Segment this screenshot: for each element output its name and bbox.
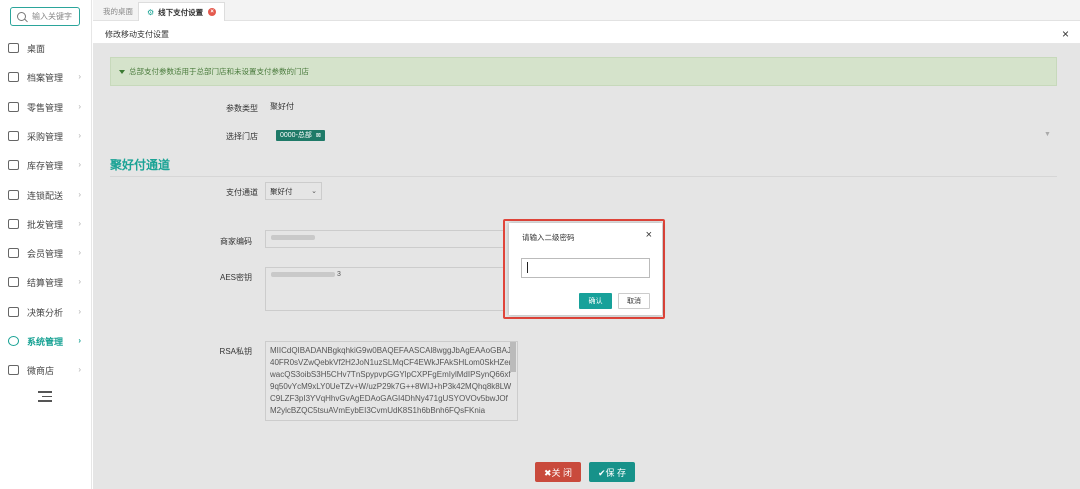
chevron-right-icon: › <box>78 102 81 111</box>
confirm-button[interactable]: 确认 <box>579 293 612 309</box>
sidebar-item-10[interactable]: 系统管理 › <box>0 330 92 352</box>
merchant-label: 商家编码 <box>220 237 252 246</box>
sidebar-item-4[interactable]: 库存管理 › <box>0 154 92 176</box>
sidebar-item-6[interactable]: 批发管理 › <box>0 213 92 235</box>
merchant-input[interactable] <box>265 230 505 248</box>
monitor-icon <box>8 43 19 53</box>
sidebar-search-input[interactable]: 输入关键字 <box>10 7 80 26</box>
password-dialog: 请输入二级密码 × 确认 取消 <box>509 223 662 315</box>
channel-select-value: 聚好付 <box>270 186 293 196</box>
chevron-right-icon: › <box>78 248 81 257</box>
settings-icon <box>8 336 19 346</box>
sidebar-item-1[interactable]: 档案管理 › <box>0 66 92 88</box>
sidebar-item-label: 决策分析 <box>27 307 64 318</box>
purchase-icon <box>8 131 19 141</box>
section-title: 聚好付通道 <box>110 156 1057 177</box>
chevron-down-icon: ⌄ <box>311 188 317 195</box>
secondary-password-input[interactable] <box>521 258 650 278</box>
sidebar-item-label: 档案管理 <box>27 72 64 83</box>
tab-current-label: 线下支付设置 <box>158 7 204 17</box>
rsa-key-textarea[interactable]: MIICdQIBADANBgkqhkiG9w0BAQEFAASCAl8wggJb… <box>265 341 518 421</box>
chevron-right-icon: › <box>78 219 81 228</box>
chevron-right-icon: › <box>78 277 81 286</box>
cancel-button[interactable]: 取消 <box>618 293 650 309</box>
sidebar-item-label: 采购管理 <box>27 131 64 142</box>
save-button[interactable]: ✔保 存 <box>589 462 635 482</box>
member-icon <box>8 248 19 258</box>
close-button[interactable]: ✖关 闭 <box>535 462 581 482</box>
panel-header: 修改移动支付设置 × <box>93 22 1080 44</box>
analysis-icon <box>8 307 19 317</box>
gear-icon: ⚙ <box>147 7 155 17</box>
chevron-right-icon: › <box>78 131 81 140</box>
channel-select[interactable]: 聚好付 ⌄ <box>265 182 322 200</box>
delivery-icon <box>8 190 19 200</box>
chevron-right-icon: › <box>78 72 81 81</box>
notice-bar: 总部支付参数适用于总部门店和未设置支付参数的门店 <box>110 57 1057 86</box>
tab-bar: 我的桌面 ⚙ 线下支付设置 × <box>93 0 1080 21</box>
redacted-value <box>271 234 315 240</box>
sidebar-item-5[interactable]: 连锁配送 › <box>0 184 92 206</box>
aes-label: AES密钥 <box>219 273 252 282</box>
chevron-right-icon: › <box>78 190 81 199</box>
rsa-scrollbar[interactable] <box>510 342 516 372</box>
dialog-close-icon[interactable]: × <box>646 229 652 241</box>
sidebar-item-label: 系统管理 <box>27 336 64 347</box>
sidebar-item-11[interactable]: 微商店 › <box>0 359 92 381</box>
store-icon <box>8 102 19 112</box>
sidebar-item-label: 批发管理 <box>27 219 64 230</box>
inventory-icon <box>8 160 19 170</box>
sidebar-item-2[interactable]: 零售管理 › <box>0 96 92 118</box>
sidebar-item-label: 微商店 <box>27 365 55 376</box>
chevron-right-icon: › <box>78 365 81 374</box>
remove-tag-icon[interactable]: ⊠ <box>316 133 321 139</box>
sidebar-item-label: 连锁配送 <box>27 190 64 201</box>
tab-home-label: 我的桌面 <box>103 7 133 16</box>
sidebar-search-placeholder: 输入关键字 <box>32 12 72 21</box>
sidebar: 输入关键字 桌面 档案管理 › 零售管理 › 采购管理 › 库存管理 › 连锁配送 › 批发管理 › 会员… <box>0 0 92 489</box>
store-tag-label: 0000-总部 <box>280 132 312 139</box>
collapse-menu-icon[interactable] <box>38 391 52 403</box>
chevron-right-icon: › <box>78 160 81 169</box>
channel-label: 支付通道 <box>226 188 258 197</box>
store-dropdown-arrow-icon[interactable]: ▼ <box>1044 131 1051 138</box>
settlement-icon <box>8 277 19 287</box>
sidebar-item-0[interactable]: 桌面 <box>0 37 92 59</box>
notice-text: 总部支付参数适用于总部门店和未设置支付参数的门店 <box>129 67 309 76</box>
sidebar-item-label: 零售管理 <box>27 102 64 113</box>
chevron-right-icon: › <box>78 307 81 316</box>
sidebar-item-8[interactable]: 结算管理 › <box>0 271 92 293</box>
param-type-value: 聚好付 <box>270 102 294 111</box>
store-tag[interactable]: 0000-总部 ⊠ <box>276 130 325 141</box>
funnel-icon <box>119 69 125 74</box>
sidebar-item-9[interactable]: 决策分析 › <box>0 301 92 323</box>
redacted-value <box>271 271 335 277</box>
archive-icon <box>8 72 19 82</box>
wechat-shop-icon <box>8 365 19 375</box>
chevron-right-icon: › <box>78 336 81 345</box>
aes-key-tail: 3 <box>336 271 341 278</box>
param-type-label: 参数类型 <box>226 104 258 113</box>
text-cursor <box>527 262 528 273</box>
sidebar-item-label: 库存管理 <box>27 160 64 171</box>
sidebar-item-7[interactable]: 会员管理 › <box>0 242 92 264</box>
tab-close-icon[interactable]: × <box>208 8 217 16</box>
tab-offline-payment-settings[interactable]: ⚙ 线下支付设置 × <box>138 2 226 21</box>
sidebar-item-label: 结算管理 <box>27 277 64 288</box>
aes-key-input[interactable]: 3 <box>265 267 505 311</box>
wholesale-icon <box>8 219 19 229</box>
sidebar-item-label: 桌面 <box>27 43 46 54</box>
tab-home[interactable]: 我的桌面 <box>95 2 141 21</box>
sidebar-item-3[interactable]: 采购管理 › <box>0 125 92 147</box>
panel-close-icon[interactable]: × <box>1062 27 1069 41</box>
dialog-title: 请输入二级密码 <box>522 233 575 242</box>
store-label: 选择门店 <box>226 132 258 141</box>
rsa-label: RSA私钥 <box>219 347 252 356</box>
sidebar-item-label: 会员管理 <box>27 248 64 259</box>
panel-title: 修改移动支付设置 <box>105 30 169 39</box>
search-icon <box>17 12 26 21</box>
